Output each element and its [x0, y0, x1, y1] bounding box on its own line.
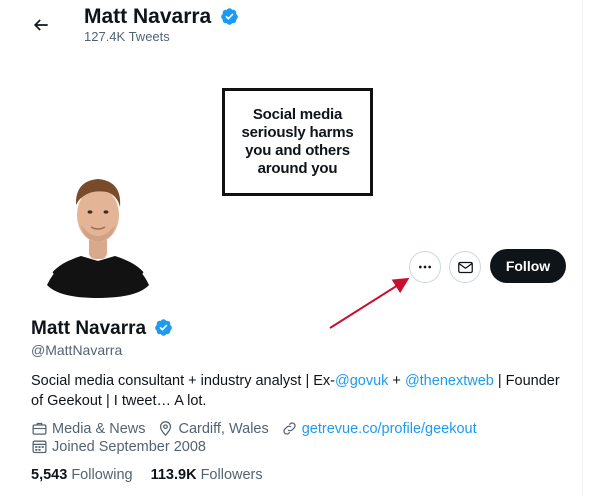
calendar-icon	[32, 440, 47, 454]
header-name-text: Matt Navarra	[84, 5, 212, 28]
following-link[interactable]: 5,543 Following	[31, 467, 133, 483]
meta-website[interactable]: getrevue.co/profile/geekout	[281, 420, 477, 437]
sign-line: Social media	[252, 106, 343, 123]
header-profile-name: Matt Navarra	[84, 5, 239, 32]
meta-category: Media & News	[31, 420, 145, 437]
bio-mention-thenextweb[interactable]: @thenextweb	[405, 373, 494, 389]
joined-text: Joined September 2008	[52, 438, 206, 455]
banner-image[interactable]: Social media seriously harms you and oth…	[222, 88, 373, 196]
website-link[interactable]: getrevue.co/profile/geekout	[302, 421, 477, 437]
more-options-button[interactable]	[409, 251, 441, 283]
profile-page: Matt Navarra 127.4K Tweets Social media …	[0, 0, 582, 496]
briefcase-icon	[32, 422, 47, 435]
bio-mention-govuk[interactable]: @govuk	[335, 373, 388, 389]
sign-line: around you	[257, 160, 338, 177]
following-label: Following	[71, 467, 133, 483]
profile-handle: @MattNavarra	[31, 342, 123, 358]
arrow-left-icon	[33, 19, 48, 31]
message-button[interactable]	[449, 251, 481, 283]
followers-count: 113.9K	[150, 467, 197, 483]
category-text: Media & News	[52, 420, 146, 437]
profile-name-text: Matt Navarra	[31, 318, 147, 339]
meta-location: Cardiff, Wales	[157, 420, 269, 437]
sign-line: you and others	[245, 142, 350, 159]
follow-stats: 5,543 Following 113.9K Followers	[31, 467, 281, 483]
followers-label: Followers	[200, 467, 263, 483]
avatar[interactable]	[45, 165, 151, 298]
profile-name: Matt Navarra	[31, 318, 173, 343]
followers-link[interactable]: 113.9K Followers	[151, 467, 263, 483]
verified-badge-icon	[154, 318, 173, 343]
profile-bio: Social media consultant + industry analy…	[31, 371, 571, 411]
profile-meta-row: Media & News Cardiff, Wales getrevue.co/…	[31, 420, 489, 437]
location-pin-icon	[160, 421, 172, 437]
profile-joined-row: Joined September 2008	[31, 438, 218, 455]
more-horizontal-icon	[419, 265, 431, 269]
following-count: 5,543	[31, 467, 68, 483]
back-button[interactable]	[28, 12, 54, 38]
follow-button[interactable]: Follow	[490, 249, 566, 283]
banner-sign-text: Social media seriously harms you and oth…	[241, 106, 353, 178]
meta-joined: Joined September 2008	[31, 438, 206, 455]
envelope-icon	[457, 261, 473, 273]
verified-badge-icon	[220, 7, 239, 32]
sign-line: seriously harms	[241, 124, 354, 141]
bio-text: Social media consultant + industry analy…	[31, 373, 335, 389]
location-text: Cardiff, Wales	[178, 420, 269, 437]
column-divider	[582, 0, 583, 496]
bio-text: +	[388, 373, 405, 389]
header-tweet-count: 127.4K Tweets	[84, 29, 170, 44]
link-icon	[283, 422, 296, 435]
